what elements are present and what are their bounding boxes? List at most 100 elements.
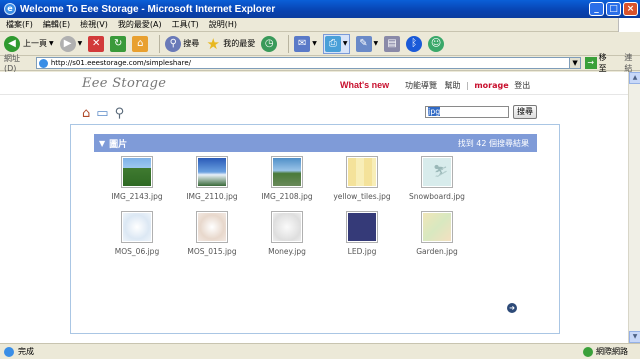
chevron-down-icon[interactable]: ▼ <box>49 40 54 47</box>
file-name[interactable]: LED.jpg <box>332 247 392 256</box>
menu-help[interactable]: 說明(H) <box>209 19 237 30</box>
stop-button[interactable]: ✕ <box>88 35 105 52</box>
print-button[interactable]: ⎙ ▼ <box>322 33 350 54</box>
menu-tools[interactable]: 工具(T) <box>172 19 199 30</box>
close-button[interactable]: × <box>623 2 638 16</box>
toolbar-divider <box>159 34 161 53</box>
menu-file[interactable]: 檔案(F) <box>6 19 33 30</box>
file-name[interactable]: Garden.jpg <box>407 247 467 256</box>
file-name[interactable]: yellow_tiles.jpg <box>332 192 392 201</box>
file-item[interactable]: Garden.jpg <box>407 211 467 256</box>
zone-label: 網際網路 <box>596 347 628 356</box>
refresh-button[interactable]: ↻ <box>110 35 127 52</box>
file-thumbnail[interactable] <box>271 156 303 188</box>
file-thumbnail[interactable]: ⛷ <box>421 156 453 188</box>
found-count: 42 <box>476 138 487 148</box>
site-search-input[interactable]: jpg <box>425 106 509 118</box>
mail-button[interactable]: ✉ ▼ <box>294 35 317 52</box>
file-name[interactable]: Snowboard.jpg <box>407 192 467 201</box>
file-item[interactable]: MOS_06.jpg <box>107 211 167 256</box>
file-name[interactable]: IMG_2143.jpg <box>107 192 167 201</box>
file-name[interactable]: Money.jpg <box>257 247 317 256</box>
search-button[interactable]: ⚲ 搜尋 <box>165 35 199 52</box>
results-header[interactable]: ▼ 圖片 找到 42 個搜尋結果 <box>94 134 537 152</box>
file-name[interactable]: MOS_06.jpg <box>107 247 167 256</box>
file-item[interactable]: IMG_2110.jpg <box>182 156 242 201</box>
go-button[interactable]: → 移至 <box>584 52 614 74</box>
vertical-scrollbar[interactable]: ▲ ▼ <box>628 72 640 343</box>
edit-button[interactable]: ✎ ▼ <box>355 35 379 52</box>
favorites-button[interactable]: ★ 我的最愛 <box>205 36 256 52</box>
menu-favorites[interactable]: 我的最愛(A) <box>118 19 162 30</box>
menu-bar: 檔案(F) 編輯(E) 檢視(V) 我的最愛(A) 工具(T) 說明(H) <box>0 18 640 32</box>
menu-view[interactable]: 檢視(V) <box>80 19 108 30</box>
maximize-button[interactable]: □ <box>606 2 621 16</box>
messenger-button[interactable]: ☺ <box>428 35 445 52</box>
found-suffix: 個搜尋結果 <box>489 138 529 148</box>
file-item[interactable]: ⛷ Snowboard.jpg <box>407 156 467 201</box>
bluetooth-icon: ᛒ <box>406 35 423 52</box>
collapse-triangle-icon[interactable]: ▼ <box>99 139 105 148</box>
chevron-down-icon[interactable]: ▼ <box>78 40 83 47</box>
chevron-down-icon[interactable]: ▼ <box>343 40 348 47</box>
whats-new-link[interactable]: What's new <box>340 80 389 90</box>
file-item[interactable]: IMG_2108.jpg <box>257 156 317 201</box>
site-nav: 功能導覽 幫助 | morage 登出 <box>405 80 530 91</box>
file-thumbnail[interactable] <box>121 156 153 188</box>
links-toolbar[interactable]: 連結 <box>624 52 640 74</box>
file-thumbnail[interactable] <box>421 211 453 243</box>
site-header: Eee Storage What's new 功能導覽 幫助 | morage … <box>0 72 628 95</box>
history-button[interactable]: ◷ <box>261 35 278 52</box>
back-label: 上一頁 <box>23 39 47 48</box>
file-item[interactable]: LED.jpg <box>332 211 392 256</box>
site-iconbar: ⌂ ▭ ⚲ <box>82 104 126 122</box>
file-name[interactable]: IMG_2108.jpg <box>257 192 317 201</box>
back-button[interactable]: ◀ 上一頁 ▼ <box>4 35 54 52</box>
file-item[interactable]: Money.jpg <box>257 211 317 256</box>
file-name[interactable]: MOS_015.jpg <box>182 247 242 256</box>
file-item[interactable]: yellow_tiles.jpg <box>332 156 392 201</box>
go-arrow-icon: → <box>584 57 597 69</box>
file-thumbnail[interactable] <box>271 211 303 243</box>
file-thumbnail[interactable] <box>346 156 378 188</box>
file-thumbnail[interactable] <box>196 156 228 188</box>
refresh-icon: ↻ <box>110 35 127 52</box>
file-item[interactable]: MOS_015.jpg <box>182 211 242 256</box>
scroll-down-button[interactable]: ▼ <box>629 331 640 343</box>
menu-edit[interactable]: 編輯(E) <box>43 19 70 30</box>
guide-link[interactable]: 功能導覽 <box>405 81 437 90</box>
site-search-button[interactable]: 搜尋 <box>513 105 537 119</box>
file-thumbnail[interactable] <box>196 211 228 243</box>
file-name[interactable]: IMG_2110.jpg <box>182 192 242 201</box>
site-logo[interactable]: Eee Storage <box>82 76 166 91</box>
search-icon[interactable]: ⚲ <box>115 106 125 121</box>
back-arrow-icon: ◀ <box>4 35 20 52</box>
globe-icon <box>583 346 593 357</box>
go-label: 移至 <box>598 53 607 73</box>
folder-icon[interactable]: ▭ <box>96 106 108 121</box>
bluetooth-button[interactable]: ᛒ <box>406 35 423 52</box>
scroll-up-button[interactable]: ▲ <box>629 72 640 84</box>
discuss-button[interactable]: ▤ <box>384 35 401 52</box>
help-link[interactable]: 幫助 <box>445 81 461 90</box>
next-arrow-icon[interactable]: ➜ <box>507 303 517 313</box>
address-label: 網址(D) <box>4 54 20 73</box>
home-icon[interactable]: ⌂ <box>82 106 90 121</box>
chevron-down-icon[interactable]: ▼ <box>312 40 317 47</box>
forward-button[interactable]: ▶ ▼ <box>59 35 83 52</box>
home-icon: ⌂ <box>132 35 149 52</box>
file-thumbnail[interactable] <box>121 211 153 243</box>
minimize-button[interactable]: _ <box>589 2 604 16</box>
chevron-down-icon[interactable]: ▼ <box>374 40 379 47</box>
address-dropdown[interactable]: ▼ <box>570 57 581 69</box>
logout-link[interactable]: 登出 <box>514 81 530 90</box>
address-input[interactable]: http://s01.eeestorage.com/simpleshare/ <box>35 57 571 69</box>
file-item[interactable]: IMG_2143.jpg <box>107 156 167 201</box>
site-search-value: jpg <box>428 107 441 116</box>
page-icon <box>4 346 14 357</box>
address-bar: 網址(D) http://s01.eeestorage.com/simplesh… <box>0 53 640 73</box>
edit-icon: ✎ <box>355 35 372 52</box>
file-thumbnail[interactable] <box>346 211 378 243</box>
home-button[interactable]: ⌂ <box>132 35 149 52</box>
status-text: 完成 <box>18 347 34 356</box>
